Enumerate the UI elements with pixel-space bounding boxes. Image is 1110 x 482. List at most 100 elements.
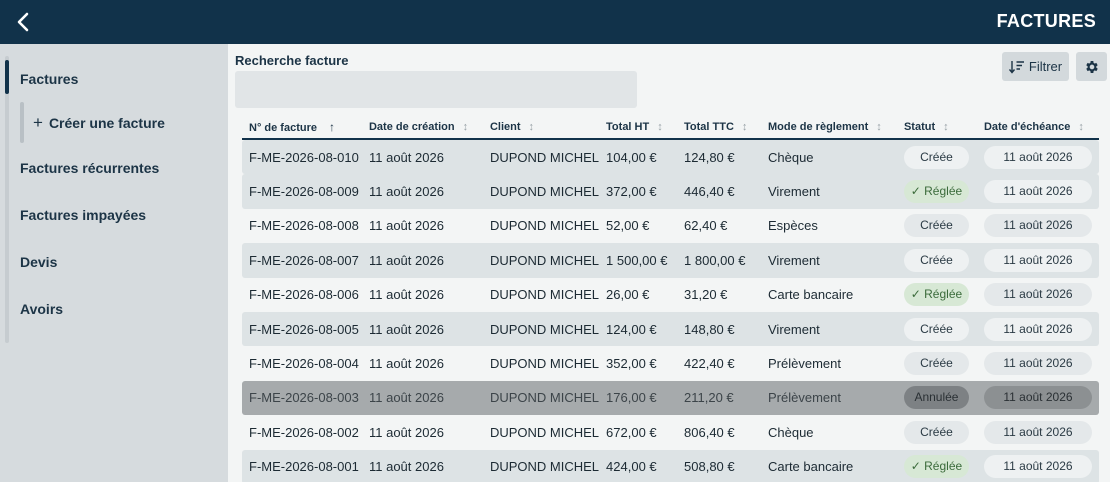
cell-total-ttc: 31,20 € — [684, 287, 728, 303]
status-badge: Annulée — [903, 386, 969, 410]
cell-numero: F-ME-2026-08-008 — [249, 218, 359, 234]
cell-total-ht: 372,00 € — [599, 174, 678, 209]
cell-date-echeance: 11 août 2026 — [977, 415, 1099, 449]
sidebar-item-creer-facture[interactable]: + Créer une facture — [33, 114, 165, 131]
column-header-client[interactable]: Client ↕ — [482, 115, 600, 140]
cell-date-echeance: 11 août 2026 — [976, 380, 1099, 416]
table-row[interactable]: F-ME-2026-08-005 11 août 2026 DUPOND MIC… — [242, 311, 1099, 347]
cell-mode-reglement: Virement — [761, 243, 897, 278]
cell-client: DUPOND MICHEL — [482, 174, 600, 209]
table-header-row: N° de facture ↑ Date de création ↕ Client ↕… — [242, 115, 1099, 140]
checkmark-icon: ✓ — [910, 287, 925, 302]
status-badge: Créée — [903, 248, 969, 272]
cell-statut: Créée — [897, 415, 977, 449]
cell-date-echeance: 11 août 2026 — [977, 209, 1099, 243]
filter-label: Filtrer — [1028, 59, 1063, 74]
cell-total-ht: 672,00 € — [606, 424, 657, 440]
sidebar: Factures + Créer une facture Factures ré… — [0, 44, 228, 482]
cell-total-ttc: 148,80 € — [677, 311, 761, 347]
cell-client: DUPOND MICHEL — [482, 449, 600, 482]
column-header-date-echeance[interactable]: Date d'échéance ↕ — [976, 115, 1099, 140]
table-row[interactable]: F-ME-2026-08-008 11 août 2026 DUPOND MIC… — [242, 209, 1099, 243]
sidebar-active-indicator — [5, 60, 9, 94]
cell-client: DUPOND MICHEL — [489, 424, 600, 440]
cell-total-ht: 104,00 € — [599, 140, 678, 175]
status-badge: Créée — [903, 420, 969, 444]
cell-date-creation: 11 août 2026 — [361, 243, 483, 278]
checkmark-icon: ✓ — [910, 184, 925, 199]
checkmark-icon: ✓ — [910, 459, 925, 474]
table-row[interactable]: F-ME-2026-08-007 11 août 2026 DUPOND MIC… — [242, 243, 1099, 278]
cell-client: DUPOND MICHEL — [482, 380, 600, 416]
column-header-total-ht[interactable]: Total HT ↕ — [599, 115, 678, 140]
cell-date-echeance: 11 août 2026 — [976, 311, 1099, 347]
cell-numero: F-ME-2026-08-004 — [249, 356, 359, 372]
due-date-badge: 11 août 2026 — [983, 352, 1092, 376]
status-badge: Créée — [903, 352, 969, 376]
gear-icon — [1085, 60, 1098, 73]
table-row[interactable]: F-ME-2026-08-010 11 août 2026 DUPOND MIC… — [242, 140, 1099, 175]
plus-icon: + — [33, 113, 43, 132]
search-input[interactable] — [235, 71, 637, 108]
app-header: FACTURES — [0, 0, 1110, 44]
column-header-mode-reglement[interactable]: Mode de règlement ↕ — [761, 115, 897, 140]
filter-button[interactable]: Filtrer — [1002, 52, 1069, 81]
cell-mode-reglement: Carte bancaire — [768, 287, 854, 303]
cell-mode-reglement: Virement — [761, 311, 897, 347]
back-button[interactable] — [8, 7, 38, 37]
cell-date-echeance: 11 août 2026 — [976, 449, 1099, 482]
column-header-date-creation[interactable]: Date de création ↕ — [361, 115, 483, 140]
column-header-total-ttc[interactable]: Total TTC ↕ — [677, 115, 761, 140]
cell-total-ttc: 1 800,00 € — [677, 243, 761, 278]
cell-total-ttc: 62,40 € — [684, 218, 728, 234]
sidebar-item-devis[interactable]: Devis — [20, 254, 57, 270]
sidebar-item-factures-recurrentes[interactable]: Factures récurrentes — [20, 160, 159, 176]
cell-statut: Créée — [896, 140, 977, 175]
cell-numero: F-ME-2026-08-006 — [249, 287, 359, 303]
cell-total-ht: 124,00 € — [599, 311, 678, 347]
cell-client: DUPOND MICHEL — [489, 356, 600, 372]
cell-total-ttc: 806,40 € — [684, 424, 735, 440]
status-badge: ✓ Réglée — [903, 455, 969, 479]
cell-date-echeance: 11 août 2026 — [976, 243, 1099, 278]
main-content: Recherche facture Filtrer N° de facture ↑… — [228, 44, 1110, 482]
cell-statut: Créée — [896, 311, 977, 347]
due-date-badge: 11 août 2026 — [983, 317, 1092, 341]
table-row[interactable]: F-ME-2026-08-009 11 août 2026 DUPOND MIC… — [242, 174, 1099, 209]
cell-date-creation: 11 août 2026 — [368, 424, 444, 440]
cell-statut: Créée — [896, 243, 977, 278]
cell-date-creation: 11 août 2026 — [361, 449, 483, 482]
cell-statut: Annulée — [896, 380, 977, 416]
cell-total-ht: 1 500,00 € — [599, 243, 678, 278]
table-row[interactable]: F-ME-2026-08-004 11 août 2026 DUPOND MIC… — [242, 346, 1099, 380]
sidebar-item-avoirs[interactable]: Avoirs — [20, 301, 63, 317]
app-title: FACTURES — [996, 11, 1096, 31]
table-row[interactable]: F-ME-2026-08-001 11 août 2026 DUPOND MIC… — [242, 449, 1099, 482]
cell-client: DUPOND MICHEL — [482, 140, 600, 175]
table-row[interactable]: F-ME-2026-08-003 11 août 2026 DUPOND MIC… — [242, 380, 1099, 416]
due-date-badge: 11 août 2026 — [983, 420, 1092, 444]
due-date-badge: 11 août 2026 — [983, 180, 1092, 204]
cell-total-ttc: 508,80 € — [677, 449, 761, 482]
sort-arrow-icon: ↕ — [528, 120, 535, 133]
cell-date-creation: 11 août 2026 — [361, 311, 483, 347]
sort-arrow-icon: ↕ — [876, 120, 882, 133]
cell-client: DUPOND MICHEL — [482, 311, 600, 347]
sidebar-item-label: Créer une facture — [48, 114, 165, 131]
table-row[interactable]: F-ME-2026-08-006 11 août 2026 DUPOND MIC… — [242, 278, 1099, 312]
cell-total-ttc: 124,80 € — [677, 140, 761, 175]
settings-button[interactable] — [1076, 52, 1107, 81]
cell-statut: ✓ Réglée — [896, 449, 977, 482]
cell-numero: F-ME-2026-08-007 — [242, 243, 362, 278]
column-header-statut[interactable]: Statut ↕ — [896, 115, 977, 140]
invoices-table: N° de facture ↑ Date de création ↕ Client ↕… — [242, 115, 1099, 482]
cell-total-ht: 52,00 € — [606, 218, 650, 234]
cell-client: DUPOND MICHEL — [489, 287, 600, 303]
column-header-numero[interactable]: N° de facture ↑ — [242, 115, 362, 140]
sidebar-item-factures-impayees[interactable]: Factures impayées — [20, 207, 146, 223]
cell-total-ttc: 446,40 € — [677, 174, 761, 209]
sidebar-item-factures[interactable]: Factures — [20, 71, 78, 87]
due-date-badge: 11 août 2026 — [983, 386, 1092, 410]
sort-arrow-icon: ↕ — [462, 120, 469, 133]
table-row[interactable]: F-ME-2026-08-002 11 août 2026 DUPOND MIC… — [242, 415, 1099, 449]
